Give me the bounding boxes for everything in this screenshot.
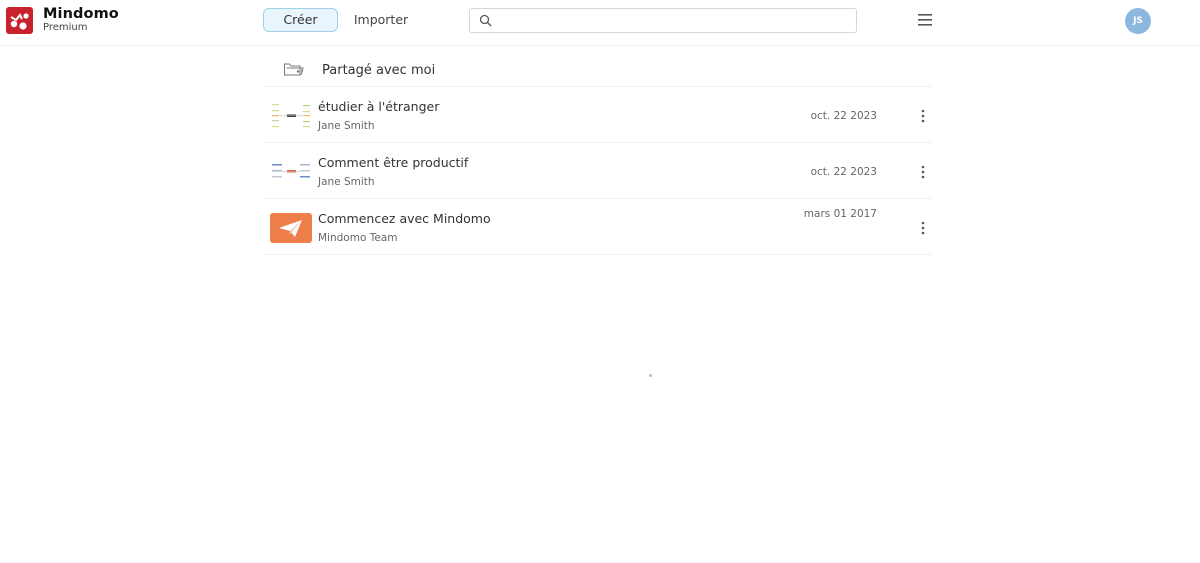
document-author: Jane Smith: [318, 176, 375, 188]
more-options-icon[interactable]: [916, 108, 930, 124]
document-title: étudier à l'étranger: [318, 99, 440, 114]
more-options-icon[interactable]: [916, 164, 930, 180]
mindmap-thumbnail-icon: [270, 101, 312, 131]
hamburger-menu-icon[interactable]: [917, 13, 933, 27]
more-options-icon[interactable]: [916, 220, 930, 236]
search-icon: [479, 14, 492, 27]
document-title: Comment être productif: [318, 155, 469, 170]
document-row[interactable]: Comment être productif Jane Smith oct. 2…: [264, 143, 932, 199]
document-author: Jane Smith: [318, 120, 375, 132]
paper-plane-icon: [270, 213, 312, 243]
document-row[interactable]: étudier à l'étranger Jane Smith oct. 22 …: [264, 87, 932, 143]
brand-plan: Premium: [43, 22, 88, 33]
document-row[interactable]: Commencez avec Mindomo Mindomo Team mars…: [264, 199, 932, 255]
loading-indicator: [649, 374, 652, 377]
user-avatar[interactable]: JS: [1125, 8, 1151, 34]
brand-name: Mindomo: [43, 6, 119, 22]
shared-folder-icon: [284, 63, 304, 76]
create-button[interactable]: Créer: [263, 8, 338, 32]
top-bar: Mindomo Premium Créer Importer JS: [0, 0, 1200, 46]
mindomo-logo-icon: [10, 13, 29, 30]
mindmap-thumbnail-icon: [270, 157, 312, 187]
document-title: Commencez avec Mindomo: [318, 211, 491, 226]
search-box[interactable]: [469, 8, 857, 33]
shared-with-me-label: Partagé avec moi: [322, 63, 436, 78]
document-date: oct. 22 2023: [810, 166, 877, 178]
document-date: oct. 22 2023: [810, 110, 877, 122]
mindomo-logo[interactable]: [6, 7, 33, 34]
document-date: mars 01 2017: [803, 208, 877, 220]
import-button[interactable]: Importer: [348, 8, 414, 32]
document-author: Mindomo Team: [318, 232, 398, 244]
shared-with-me-folder[interactable]: Partagé avec moi: [264, 54, 932, 87]
search-input[interactable]: [500, 11, 850, 30]
